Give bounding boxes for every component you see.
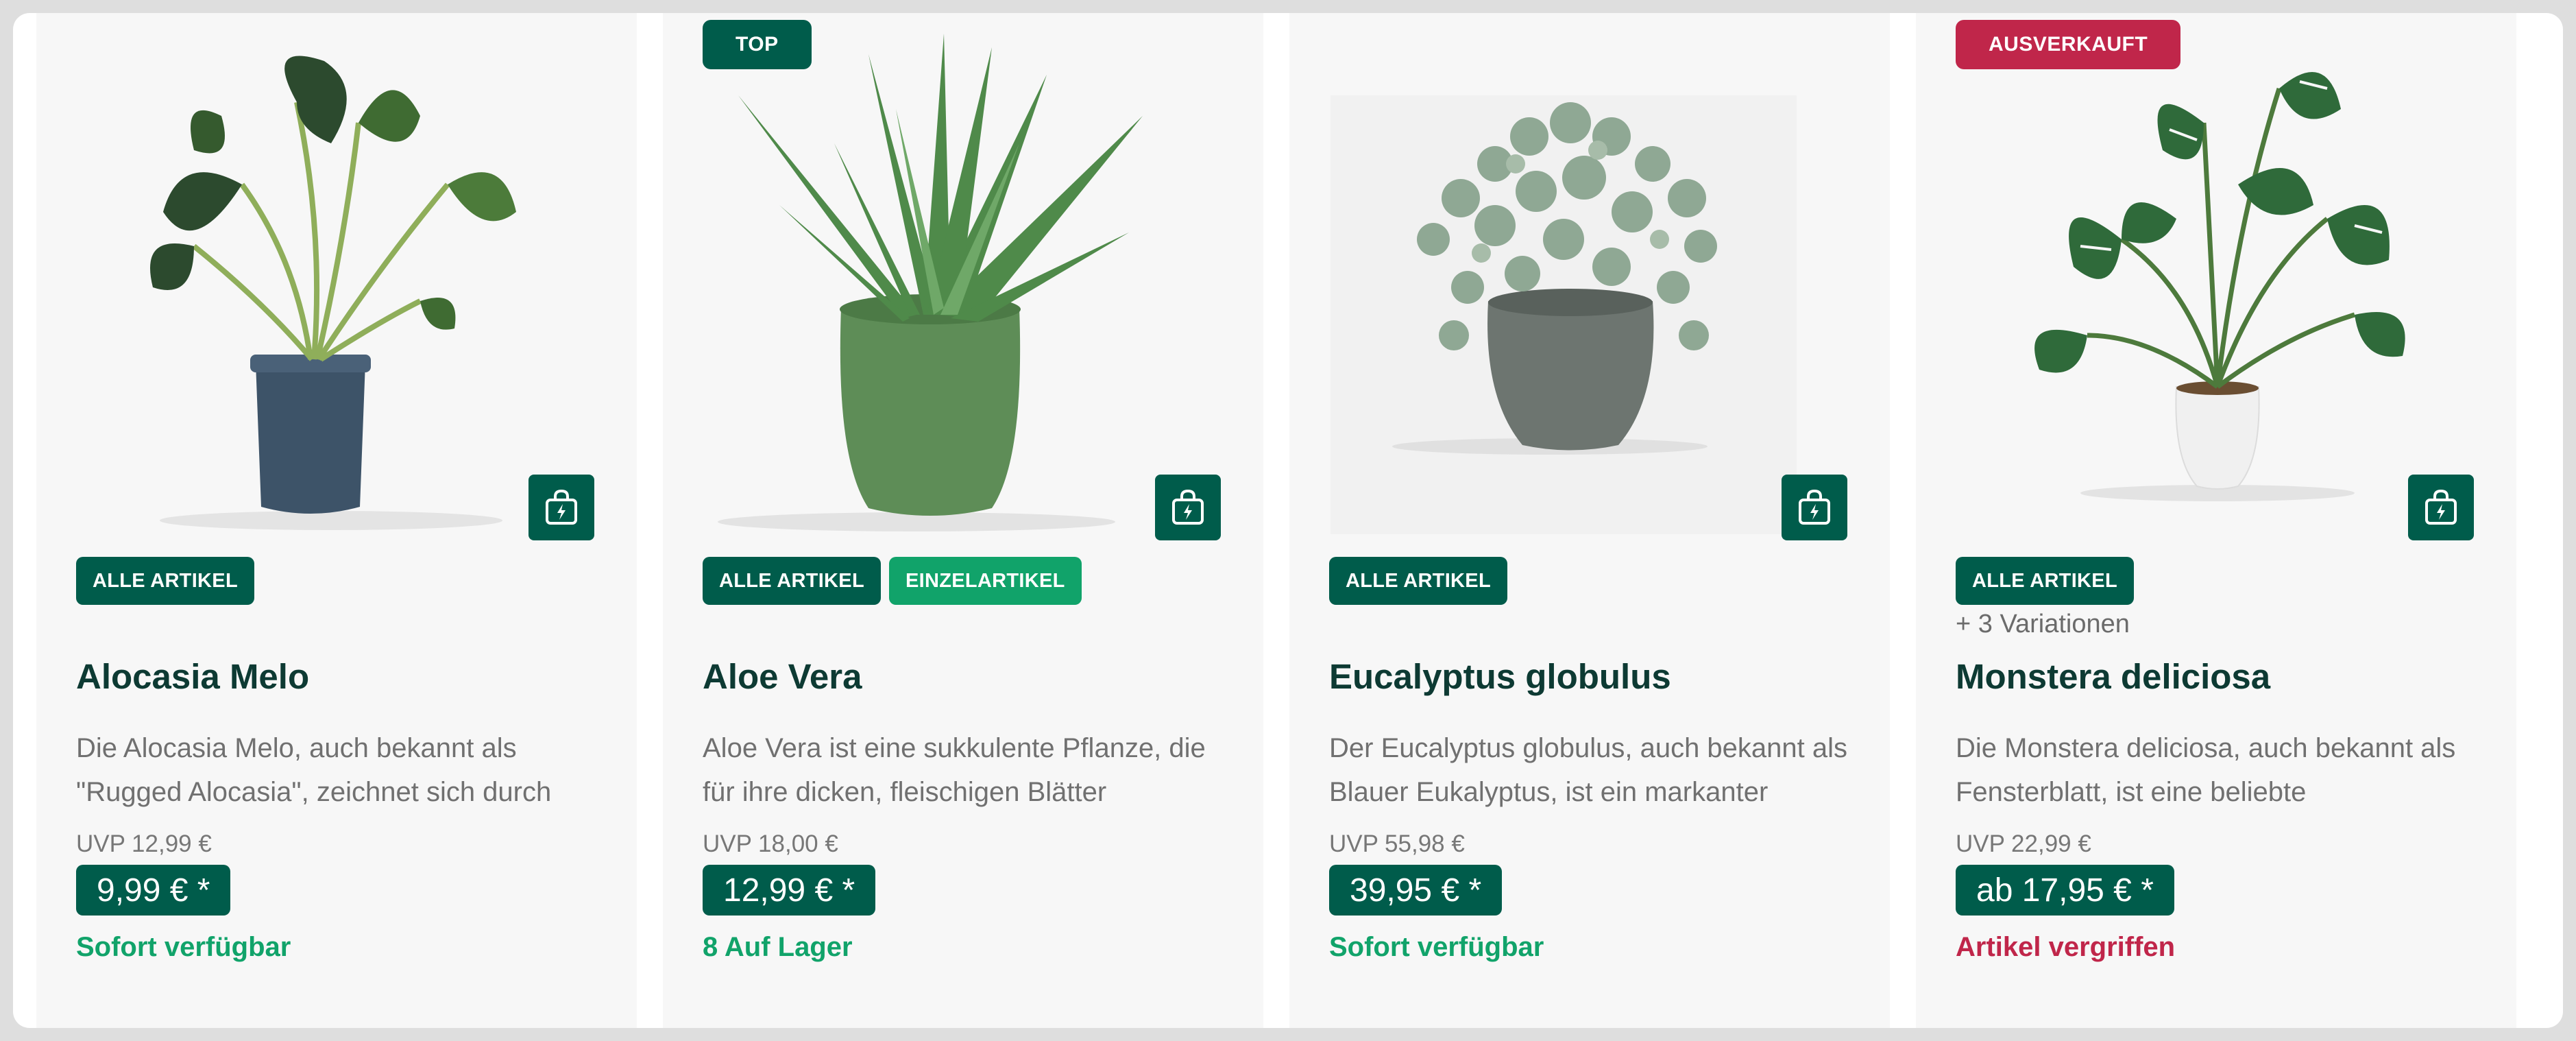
- stock-status: Sofort verfügbar: [1329, 932, 1544, 962]
- list-price: UVP 12,99 €: [76, 830, 212, 857]
- product-card-monstera-deliciosa[interactable]: AUSVERKAUFT ALLE ARTIKEL + 3 Variationen…: [1916, 13, 2516, 1028]
- sold-out-ribbon: AUSVERKAUFT: [1956, 20, 2181, 69]
- product-name[interactable]: Monstera deliciosa: [1956, 656, 2270, 697]
- shopping-bag-lightning-icon: [2425, 489, 2457, 525]
- tag-einzelartikel[interactable]: EINZELARTIKEL: [888, 557, 1082, 605]
- stock-status: 8 Auf Lager: [703, 932, 853, 962]
- tag-alle-artikel[interactable]: ALLE ARTIKEL: [1329, 557, 1507, 605]
- add-to-cart-button[interactable]: [1782, 475, 1847, 540]
- product-name[interactable]: Aloe Vera: [703, 656, 862, 697]
- shopping-bag-lightning-icon: [1799, 489, 1830, 525]
- add-to-cart-button[interactable]: [1155, 475, 1221, 540]
- product-card-aloe-vera[interactable]: TOP ALLE ARTIKEL EINZELARTIKEL Aloe Vera…: [663, 13, 1263, 1028]
- shopping-bag-lightning-icon: [1172, 489, 1204, 525]
- list-price: UVP 18,00 €: [703, 830, 838, 857]
- add-to-cart-button[interactable]: [2408, 475, 2474, 540]
- stock-status: Sofort verfügbar: [76, 932, 291, 962]
- tag-list: ALLE ARTIKEL: [1956, 557, 2134, 605]
- tag-alle-artikel[interactable]: ALLE ARTIKEL: [76, 557, 254, 605]
- variations-count: + 3 Variationen: [1956, 610, 2130, 638]
- tag-alle-artikel[interactable]: ALLE ARTIKEL: [703, 557, 881, 605]
- product-image-monstera[interactable]: [1916, 13, 2516, 541]
- price-badge: 12,99 € *: [703, 865, 876, 916]
- product-card-eucalyptus-globulus[interactable]: ALLE ARTIKEL Eucalyptus globulus Der Euc…: [1289, 13, 1890, 1028]
- top-ribbon: TOP: [703, 20, 812, 69]
- list-price: UVP 22,99 €: [1956, 830, 2091, 857]
- product-image-aloe-vera[interactable]: [663, 13, 1263, 541]
- add-to-cart-button[interactable]: [528, 475, 594, 540]
- product-card-alocasia-melo[interactable]: ALLE ARTIKEL Alocasia Melo Die Alocasia …: [36, 13, 637, 1028]
- tag-alle-artikel[interactable]: ALLE ARTIKEL: [1956, 557, 2134, 605]
- list-price: UVP 55,98 €: [1329, 830, 1465, 857]
- price-badge: 9,99 € *: [76, 865, 231, 916]
- product-image-eucalyptus[interactable]: [1289, 13, 1890, 541]
- stock-status: Artikel vergriffen: [1956, 932, 2176, 962]
- tag-list: ALLE ARTIKEL EINZELARTIKEL: [703, 557, 1082, 605]
- product-description: Aloe Vera ist eine sukkulente Pflanze, d…: [703, 733, 1206, 807]
- tag-list: ALLE ARTIKEL: [76, 557, 254, 605]
- product-listing: ALLE ARTIKEL Alocasia Melo Die Alocasia …: [13, 13, 2563, 1028]
- product-name[interactable]: Alocasia Melo: [76, 656, 309, 697]
- product-name[interactable]: Eucalyptus globulus: [1329, 656, 1671, 697]
- shopping-bag-lightning-icon: [546, 489, 577, 525]
- product-description: Die Alocasia Melo, auch bekannt als "Rug…: [76, 733, 552, 807]
- product-description: Die Monstera deliciosa, auch bekannt als…: [1956, 733, 2456, 807]
- product-description: Der Eucalyptus globulus, auch bekannt al…: [1329, 733, 1848, 807]
- price-badge: ab 17,95 € *: [1956, 865, 2174, 916]
- price-badge: 39,95 € *: [1329, 865, 1503, 916]
- product-image-alocasia[interactable]: [36, 13, 637, 541]
- tag-list: ALLE ARTIKEL: [1329, 557, 1507, 605]
